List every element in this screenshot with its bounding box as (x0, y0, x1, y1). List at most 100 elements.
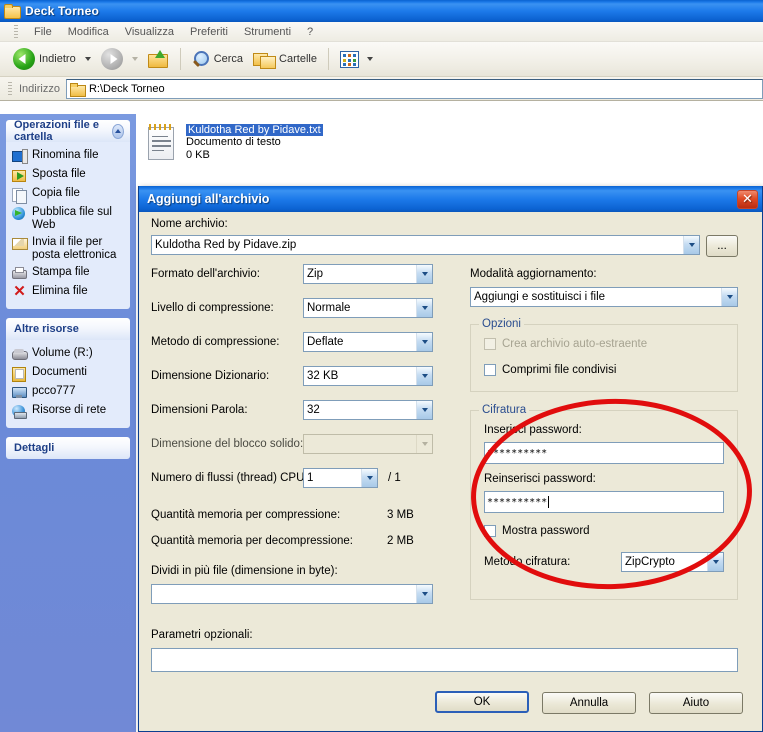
cpu-threads-label: Numero di flussi (thread) CPU: (151, 472, 308, 484)
sidebar-label-documenti: Documenti (32, 366, 87, 378)
menubar-grip[interactable] (14, 25, 18, 38)
chevron-down-icon-update-mode[interactable] (721, 288, 737, 306)
sidebar-label-invia: Invia il file per posta elettronica (32, 236, 117, 261)
menu-item-help[interactable]: ? (299, 25, 321, 39)
compression-level-select[interactable]: Normale (303, 298, 433, 318)
menu-item-preferiti[interactable]: Preferiti (182, 25, 236, 39)
forward-button[interactable] (96, 46, 143, 72)
cancel-button[interactable]: Annulla (542, 692, 636, 714)
checkbox-show-password[interactable] (484, 525, 496, 537)
toolbar-separator (179, 48, 181, 70)
sidebar-item-pubblica-web[interactable]: Pubblica file sul Web (12, 204, 126, 234)
address-bar: Indirizzo R:\Deck Torneo (0, 77, 763, 101)
help-button[interactable]: Aiuto (649, 692, 743, 714)
panel-header-other-resources[interactable]: Altre risorse (6, 318, 130, 340)
sidebar-item-volume-r[interactable]: Volume (R:) (12, 345, 126, 364)
compression-method-label: Metodo di compressione: (151, 336, 280, 348)
chevron-down-icon-word[interactable] (416, 401, 432, 419)
sidebar-item-pcco777[interactable]: pcco777 (12, 383, 126, 402)
panel-header-details[interactable]: Dettagli (6, 437, 130, 459)
checkbox-label-shared-files: Comprimi file condivisi (502, 364, 617, 376)
password-value: ********** (487, 447, 548, 459)
split-volumes-input[interactable] (151, 584, 433, 604)
chevron-down-icon-archive-name[interactable] (683, 236, 699, 254)
ok-button[interactable]: OK (435, 691, 529, 713)
sidebar-item-documenti[interactable]: Documenti (12, 364, 126, 383)
sidebar-item-copia-file[interactable]: Copia file (12, 185, 126, 204)
sidebar-item-risorse-rete[interactable]: Risorse di rete (12, 402, 126, 421)
documents-icon (12, 366, 27, 382)
chevron-down-icon-encryption[interactable] (707, 553, 723, 571)
password-repeat-input[interactable]: ********** (484, 491, 724, 513)
panel-header-file-operations[interactable]: Operazioni file e cartella (6, 119, 130, 143)
sidebar-item-rinomina-file[interactable]: Rinomina file (12, 147, 126, 166)
memory-compress-value: 3 MB (387, 509, 414, 521)
chevron-down-icon-split[interactable] (416, 585, 432, 603)
sidebar-item-stampa-file[interactable]: Stampa file (12, 264, 126, 283)
checkbox-row-shared-files[interactable]: Comprimi file condivisi (484, 364, 616, 376)
checkbox-label-sfx: Crea archivio auto-estraente (502, 338, 648, 350)
cpu-threads-select[interactable]: 1 (303, 468, 378, 488)
word-size-select[interactable]: 32 (303, 400, 433, 420)
encryption-method-label: Metodo cifratura: (484, 556, 571, 568)
menu-item-visualizza[interactable]: Visualizza (117, 25, 182, 39)
views-chevron-down-icon[interactable] (366, 57, 373, 61)
close-icon[interactable]: ✕ (737, 189, 758, 209)
sidebar-label-rinomina: Rinomina file (32, 149, 99, 161)
menu-item-modifica[interactable]: Modifica (60, 25, 117, 39)
encryption-method-select[interactable]: ZipCrypto (621, 552, 724, 572)
sidebar-item-sposta-file[interactable]: Sposta file (12, 166, 126, 185)
chevron-down-icon-threads[interactable] (361, 469, 377, 487)
sidebar-label-volume: Volume (R:) (32, 347, 93, 359)
file-list-item[interactable]: Kuldotha Red by Pidave.txt Documento di … (144, 122, 334, 164)
folders-button[interactable]: Cartelle (248, 49, 322, 70)
dialog-title: Aggiungi all'archivio (147, 192, 270, 206)
collapse-chevron-up-icon[interactable] (111, 123, 124, 139)
panel-title-other-resources: Altre risorse (14, 323, 79, 335)
checkbox-row-sfx: Crea archivio auto-estraente (484, 338, 647, 350)
archive-format-select[interactable]: Zip (303, 264, 433, 284)
checkbox-sfx (484, 338, 496, 350)
explorer-toolbar: Indietro Cerca Cartelle (0, 42, 763, 77)
copy-icon (12, 187, 27, 204)
views-button[interactable] (335, 49, 378, 70)
back-button[interactable]: Indietro (8, 46, 96, 72)
archive-name-input[interactable]: Kuldotha Red by Pidave.zip (151, 235, 700, 255)
compression-method-value: Deflate (307, 336, 344, 348)
folders-icon (253, 51, 277, 69)
explorer-titlebar: Deck Torneo (0, 0, 763, 22)
optional-params-input[interactable] (151, 648, 738, 672)
add-to-archive-dialog: Aggiungi all'archivio ✕ Nome archivio: K… (138, 186, 763, 732)
chevron-down-icon-method[interactable] (416, 333, 432, 351)
chevron-down-icon[interactable] (84, 57, 91, 61)
browse-button[interactable]: ... (706, 235, 738, 257)
address-input[interactable]: R:\Deck Torneo (65, 78, 763, 99)
chevron-down-icon-dict[interactable] (416, 367, 432, 385)
search-button[interactable]: Cerca (187, 48, 248, 70)
sidebar-label-stampa: Stampa file (32, 266, 90, 278)
checkbox-shared-files[interactable] (484, 364, 496, 376)
panel-body-other-resources: Volume (R:) Documenti pcco777 Risorse di… (6, 340, 130, 428)
memory-decompress-value: 2 MB (387, 535, 414, 547)
back-label: Indietro (39, 53, 76, 65)
checkbox-row-show-password[interactable]: Mostra password (484, 525, 590, 537)
update-mode-select[interactable]: Aggiungi e sostituisci i file (470, 287, 738, 307)
sidebar-item-invia-posta[interactable]: Invia il file per posta elettronica (12, 234, 126, 264)
chevron-down-icon-level[interactable] (416, 299, 432, 317)
dictionary-size-select[interactable]: 32 KB (303, 366, 433, 386)
memory-compress-label: Quantità memoria per compressione: (151, 509, 341, 521)
addressbar-grip[interactable] (8, 82, 12, 95)
up-button[interactable] (143, 48, 174, 70)
password-input[interactable]: ********** (484, 442, 724, 464)
mail-icon (12, 236, 28, 251)
compression-method-select[interactable]: Deflate (303, 332, 433, 352)
publish-web-icon (12, 206, 27, 221)
archive-name-label: Nome archivio: (151, 218, 228, 230)
sidebar-label-elimina: Elimina file (32, 285, 88, 297)
encryption-method-value: ZipCrypto (625, 556, 675, 568)
menu-item-strumenti[interactable]: Strumenti (236, 25, 299, 39)
menu-item-file[interactable]: File (26, 25, 60, 39)
chevron-down-icon-format[interactable] (416, 265, 432, 283)
folders-label: Cartelle (279, 53, 317, 65)
sidebar-item-elimina-file[interactable]: ✕ Elimina file (12, 283, 126, 302)
